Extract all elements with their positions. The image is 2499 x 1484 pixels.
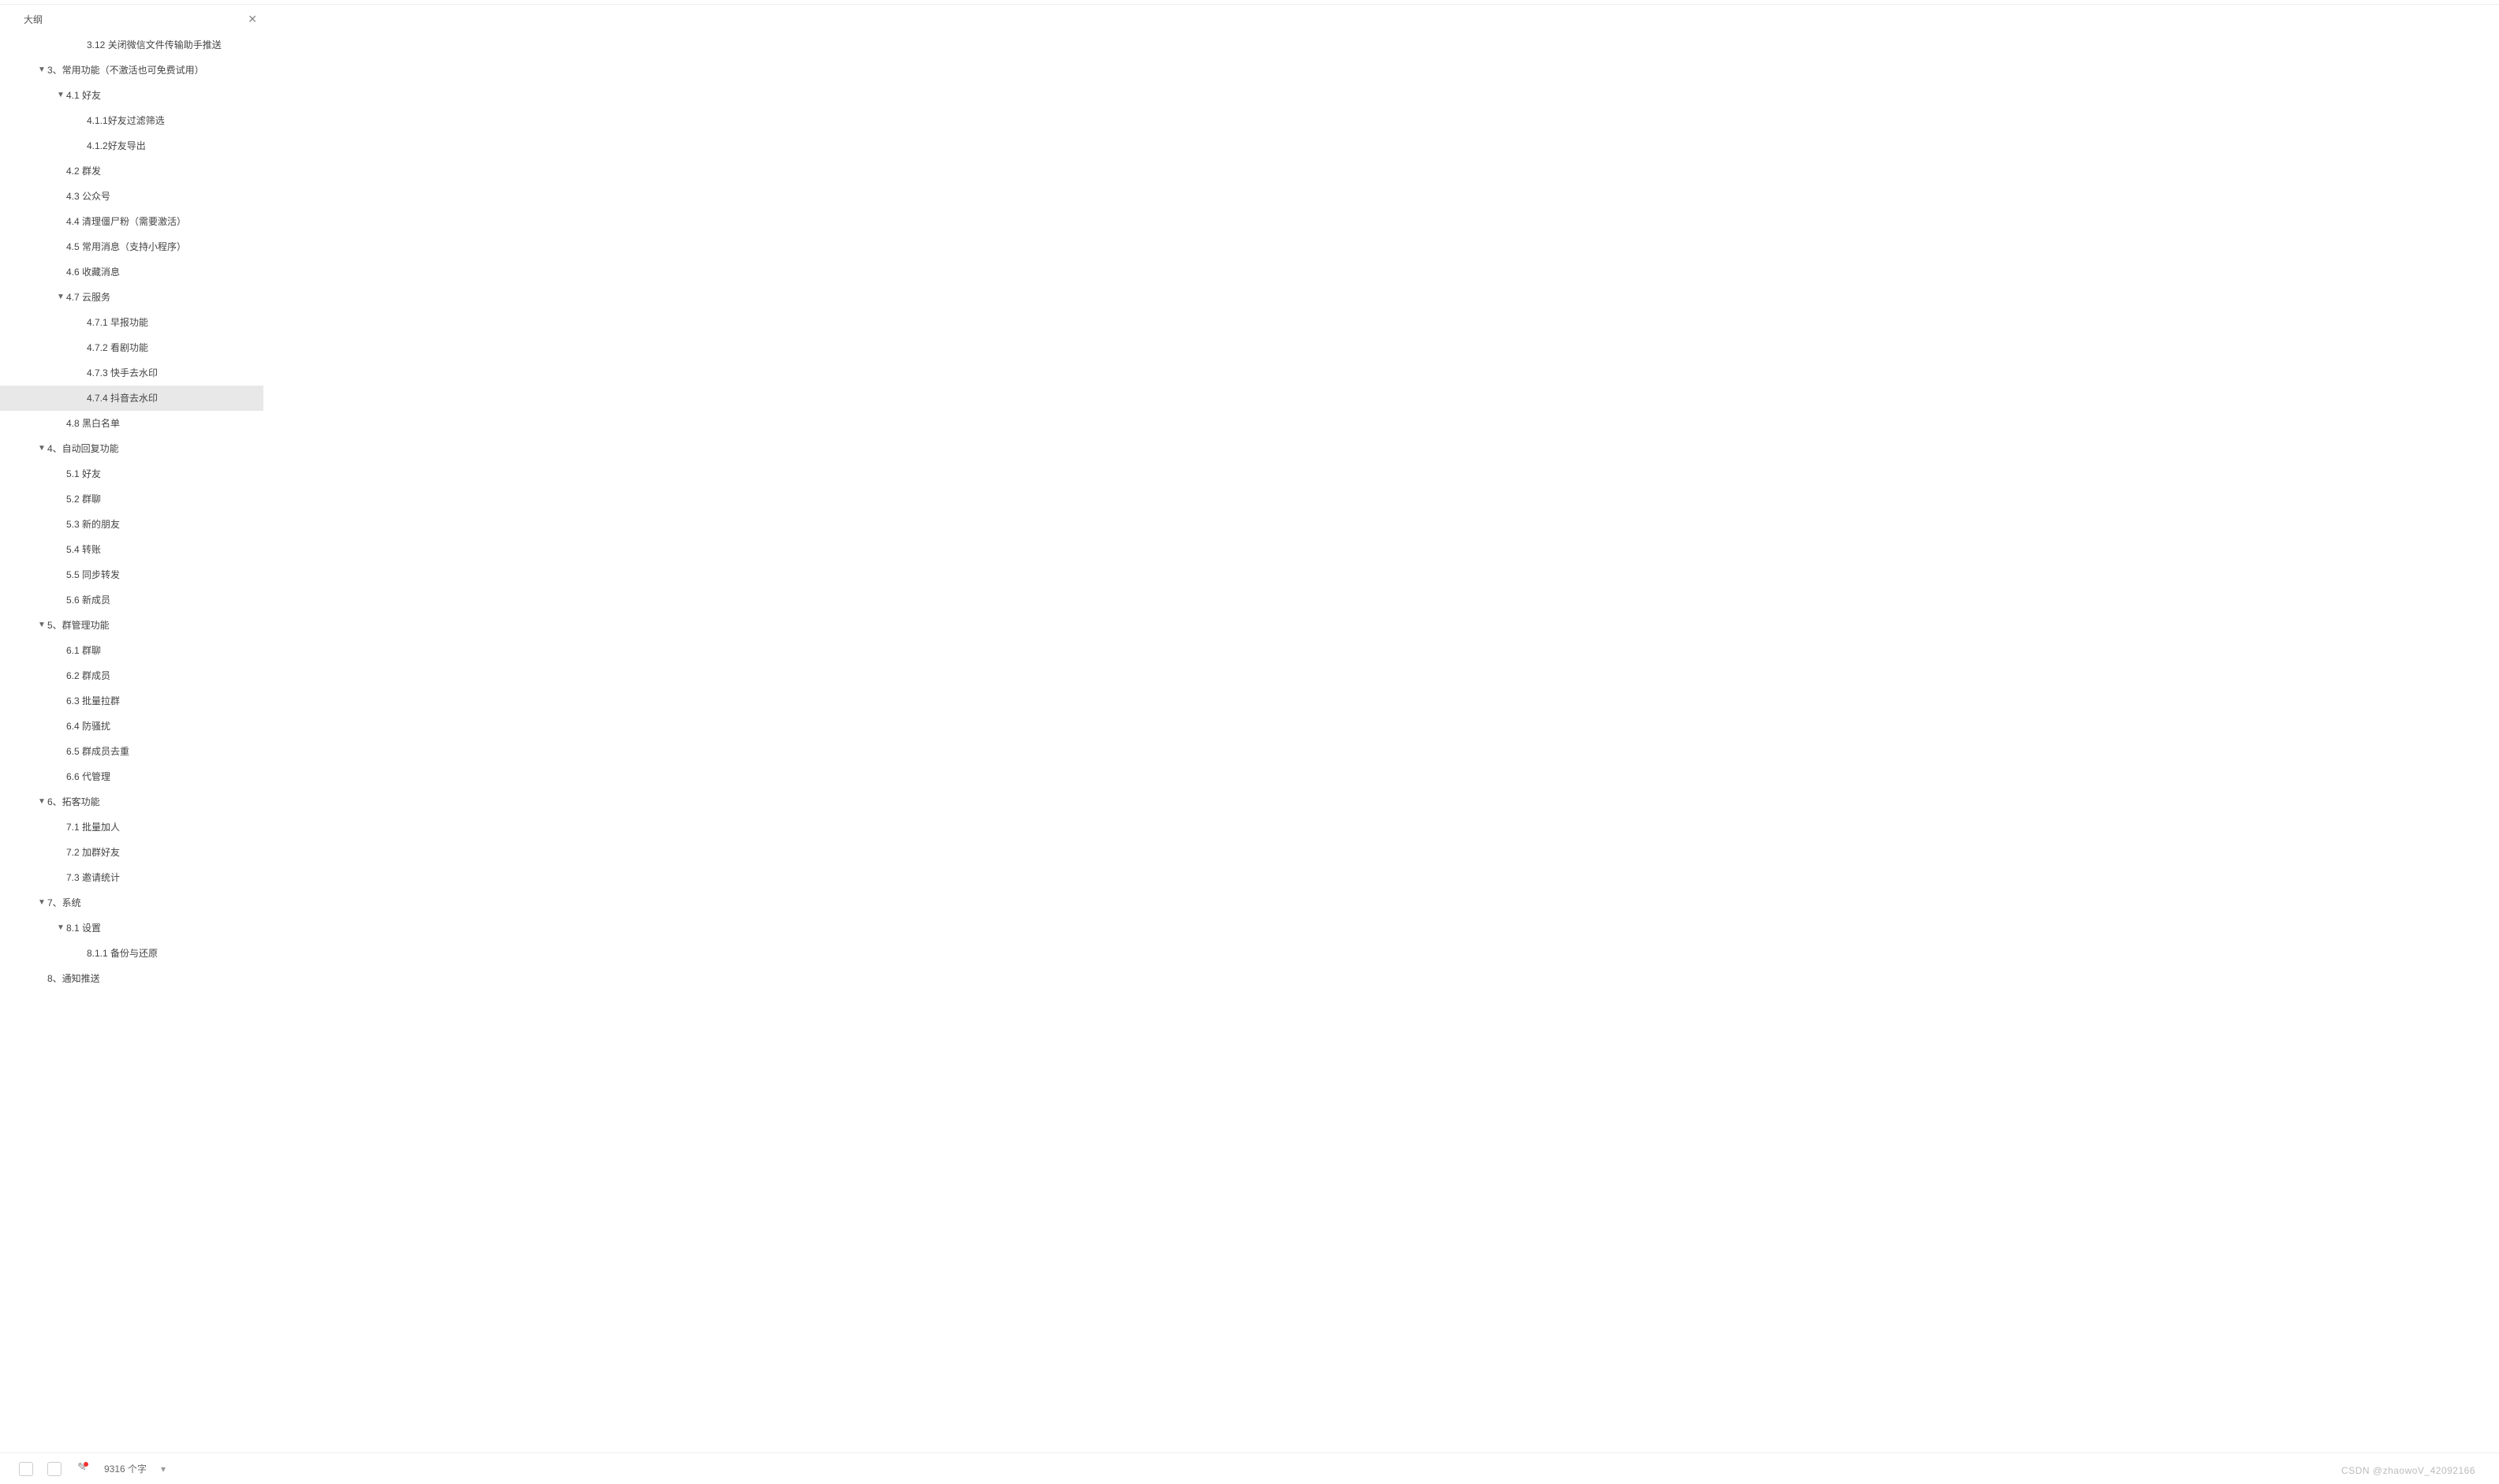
close-icon[interactable]: ✕ <box>248 13 257 26</box>
outline-item[interactable]: ▼4.1 好友 <box>0 83 263 108</box>
outline-item[interactable]: 8.1.1 备份与还原 <box>0 941 263 966</box>
outline-item[interactable]: 5.3 新的朋友 <box>0 512 263 537</box>
statusbar: 9316 个字 ▾ <box>0 1452 2499 1484</box>
outline-item[interactable]: 5.4 转账 <box>0 537 263 562</box>
chevron-down-icon: ▼ <box>36 438 47 460</box>
outline-item[interactable]: 4.7.2 看剧功能 <box>0 335 263 360</box>
outline-item[interactable]: 4.1.2好友导出 <box>0 133 263 158</box>
outline-item[interactable]: 7.3 邀请统计 <box>0 865 263 890</box>
outline-item[interactable]: ▼8.1 设置 <box>0 915 263 941</box>
watermark: CSDN @zhaowoV_42092166 <box>2341 1465 2475 1476</box>
outline-item[interactable]: 4.7.1 早报功能 <box>0 310 263 335</box>
outline-item[interactable]: 4.1.1好友过滤筛选 <box>0 108 263 133</box>
outline-item[interactable]: 4.3 公众号 <box>0 184 263 209</box>
outline-item[interactable]: 7.1 批量加人 <box>0 815 263 840</box>
outline-title: 大纲 <box>24 13 43 26</box>
outline-item[interactable]: 5.1 好友 <box>0 461 263 487</box>
outline-item[interactable]: 4.4 清理僵尸粉（需要激活） <box>0 209 263 234</box>
outline-item[interactable]: ▼5、群管理功能 <box>0 613 263 638</box>
chevron-down-icon: ▼ <box>55 917 66 939</box>
outline-item[interactable]: 4.2 群发 <box>0 158 263 184</box>
word-count: 9316 个字 <box>104 1462 147 1475</box>
outline-panel: 大纲 ✕ 3.12 关闭微信文件传输助手推送▼3、常用功能（不激活也可免费试用）… <box>0 5 268 1247</box>
chevron-down-icon: ▼ <box>36 614 47 636</box>
chevron-down-icon: ▼ <box>36 59 47 81</box>
outline-list[interactable]: 3.12 关闭微信文件传输助手推送▼3、常用功能（不激活也可免费试用）▼4.1 … <box>0 32 268 1247</box>
chevron-down-icon: ▼ <box>55 286 66 308</box>
outline-item[interactable]: 6.1 群聊 <box>0 638 263 663</box>
chevron-down-icon: ▼ <box>55 84 66 106</box>
edit-icon[interactable] <box>76 1462 90 1476</box>
outline-item[interactable]: 6.5 群成员去重 <box>0 739 263 764</box>
outline-item[interactable]: 5.2 群聊 <box>0 487 263 512</box>
outline-item[interactable]: ▼6、拓客功能 <box>0 789 263 815</box>
page-icon[interactable] <box>19 1462 33 1476</box>
outline-item[interactable]: 5.6 新成员 <box>0 587 263 613</box>
outline-item[interactable]: 6.2 群成员 <box>0 663 263 688</box>
outline-item[interactable]: ▼4、自动回复功能 <box>0 436 263 461</box>
outline-item[interactable]: 7.2 加群好友 <box>0 840 263 865</box>
outline-item[interactable]: 4.7.4 抖音去水印 <box>0 386 263 411</box>
outline-item[interactable]: ▼7、系统 <box>0 890 263 915</box>
toolbar-strip <box>0 0 2499 5</box>
outline-item[interactable]: ▼4.7 云服务 <box>0 285 263 310</box>
chevron-down-icon: ▼ <box>36 791 47 813</box>
outline-item[interactable]: 6.6 代管理 <box>0 764 263 789</box>
outline-item[interactable]: 5.5 同步转发 <box>0 562 263 587</box>
layout-icon[interactable] <box>47 1462 62 1476</box>
outline-item[interactable]: 8、通知推送 <box>0 966 263 991</box>
outline-item[interactable]: 4.5 常用消息（支持小程序） <box>0 234 263 259</box>
chevron-down-icon: ▼ <box>36 892 47 914</box>
outline-item[interactable]: 4.6 收藏消息 <box>0 259 263 285</box>
outline-item[interactable]: 6.3 批量拉群 <box>0 688 263 714</box>
outline-item[interactable]: 6.4 防骚扰 <box>0 714 263 739</box>
wc-chevron-icon[interactable]: ▾ <box>161 1463 166 1475</box>
outline-item[interactable]: 3.12 关闭微信文件传输助手推送 <box>0 32 263 58</box>
outline-item[interactable]: 4.8 黑白名单 <box>0 411 263 436</box>
outline-item[interactable]: 4.7.3 快手去水印 <box>0 360 263 386</box>
outline-item[interactable]: ▼3、常用功能（不激活也可免费试用） <box>0 58 263 83</box>
